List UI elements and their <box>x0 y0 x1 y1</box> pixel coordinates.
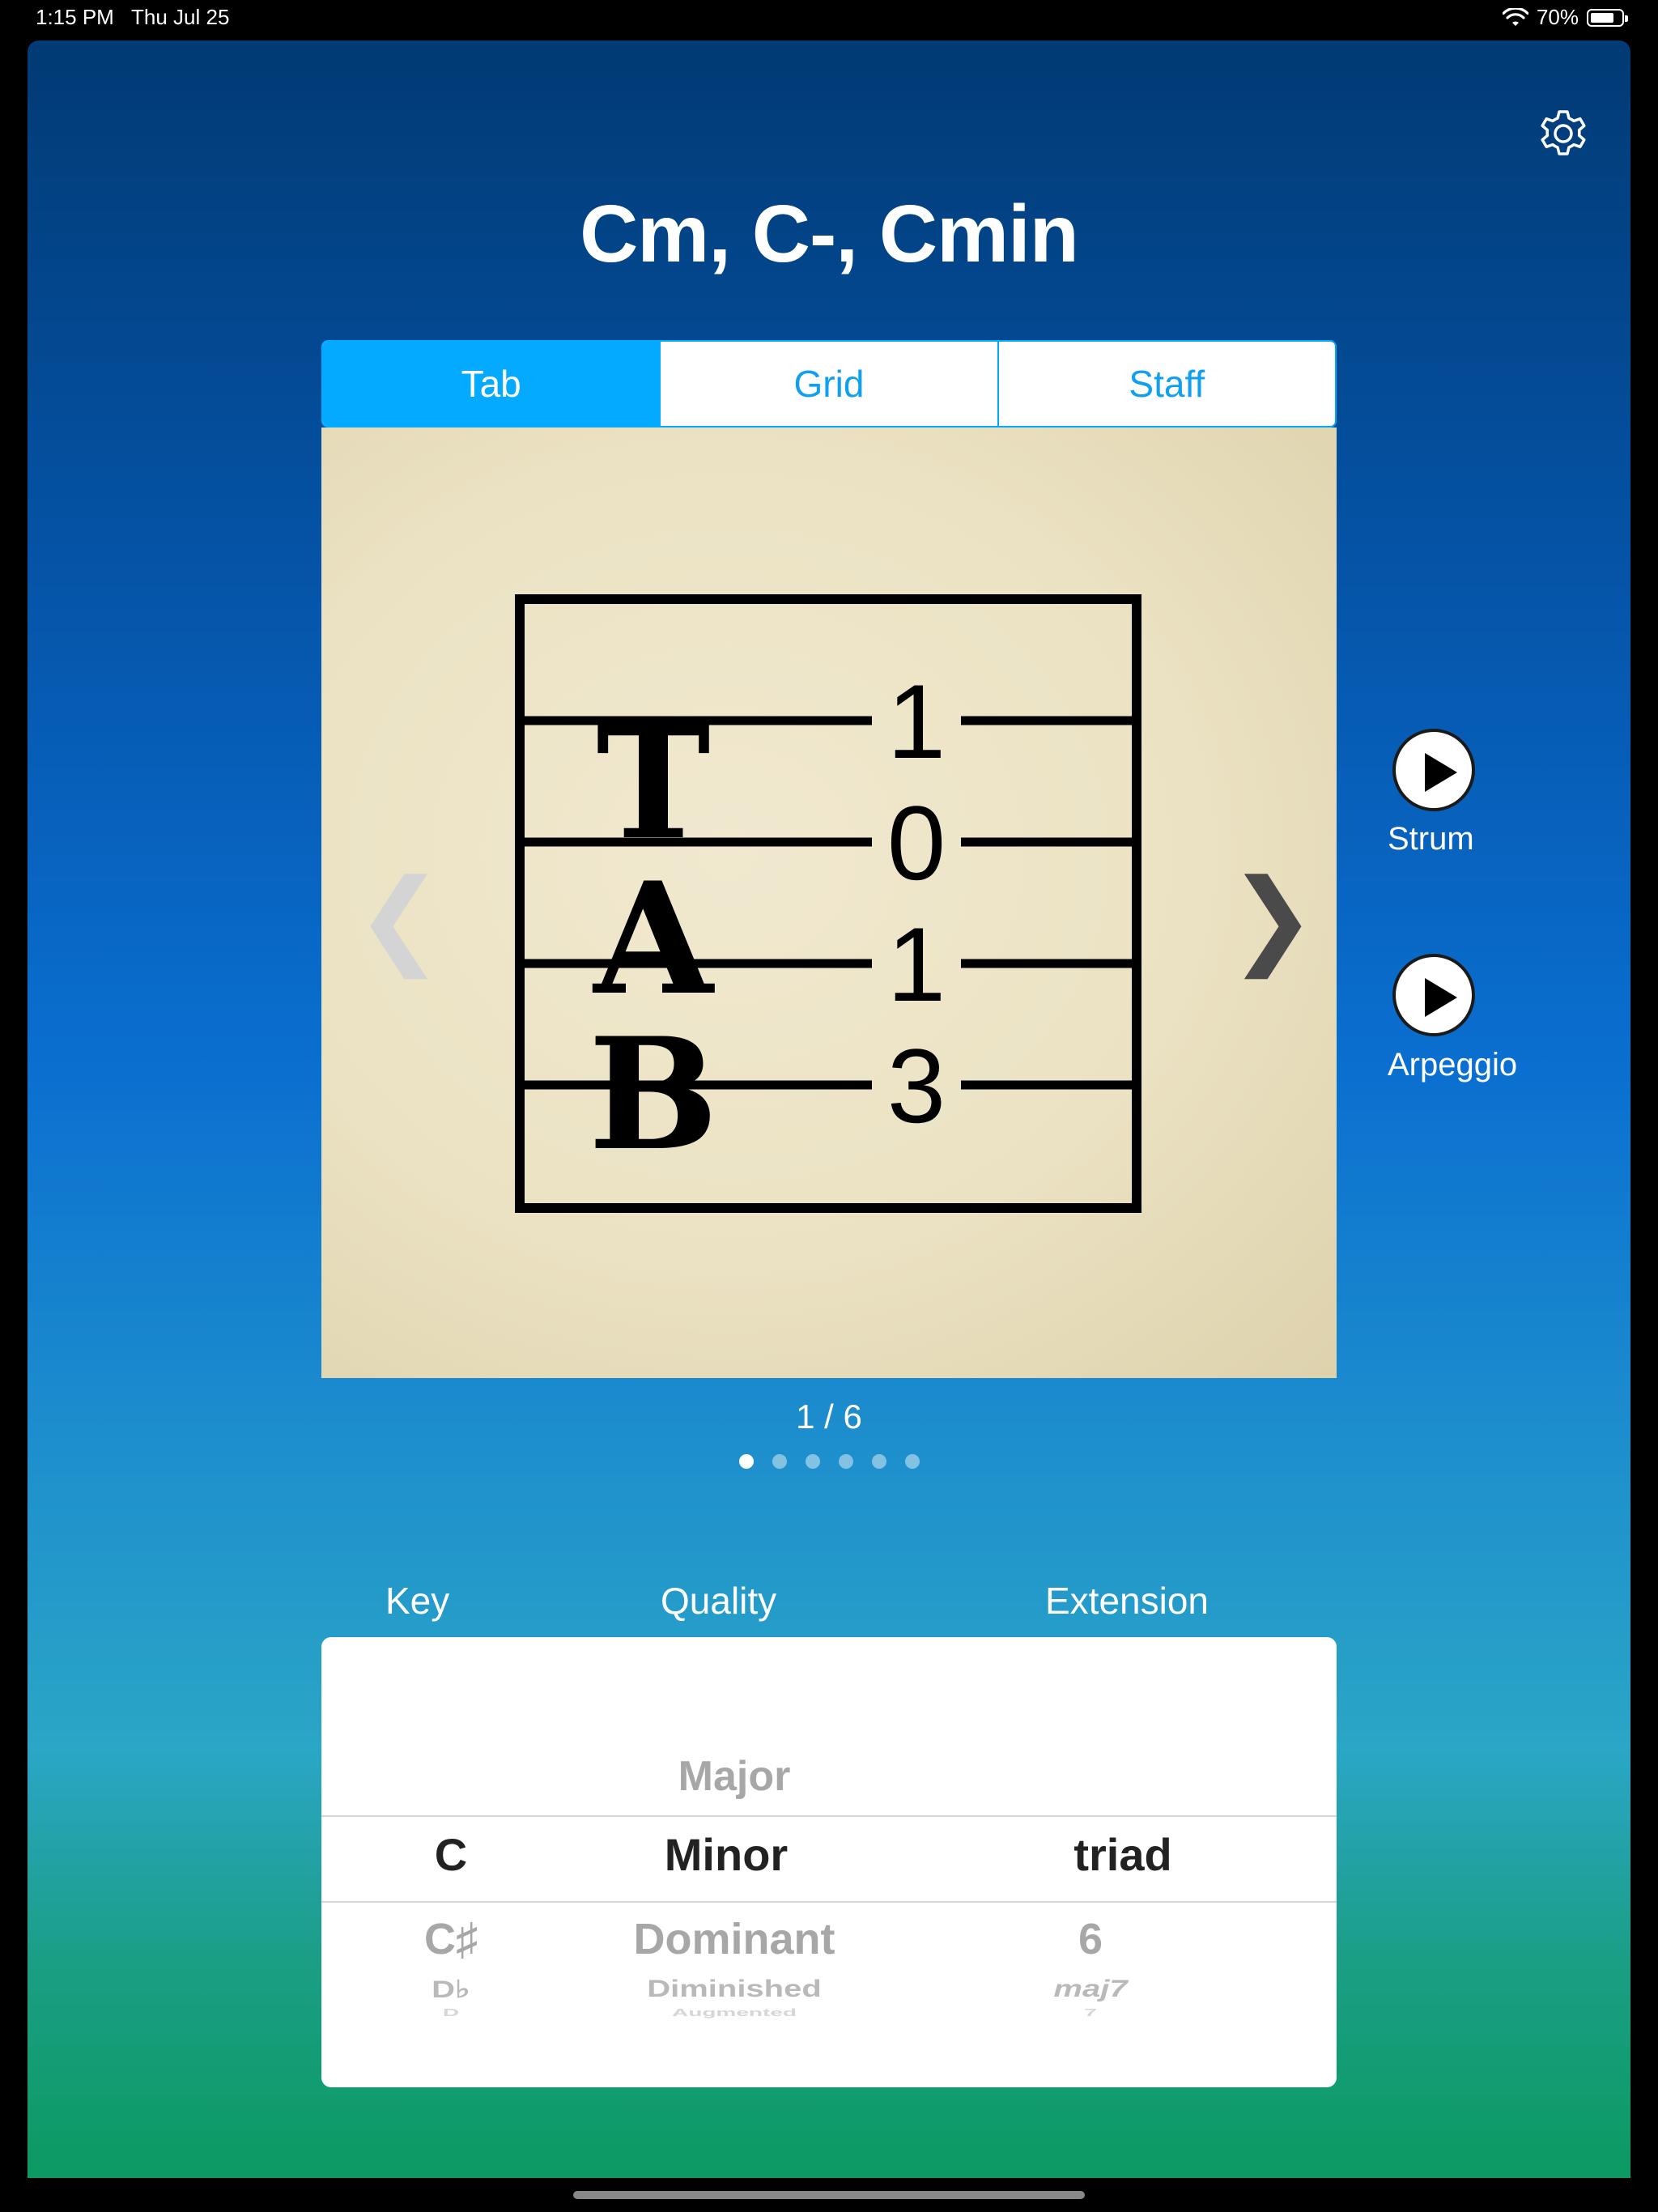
tab-tab[interactable]: Tab <box>323 342 660 426</box>
quality-option-selected[interactable]: Minor <box>556 1828 896 1881</box>
tab-diagram: T A B 1 0 1 3 <box>515 594 1141 1213</box>
tab-grid[interactable]: Grid <box>659 342 997 426</box>
gear-icon[interactable] <box>1535 105 1592 162</box>
status-right: 70% <box>1502 5 1628 30</box>
page-dot[interactable] <box>838 1454 853 1469</box>
arpeggio-label: Arpeggio <box>1388 1047 1518 1083</box>
key-option[interactable]: D♭ <box>370 1976 532 2004</box>
page-dot[interactable] <box>772 1454 787 1469</box>
chord-diagram-card[interactable]: T A B 1 0 1 3 ❮ ❯ <box>321 428 1337 1378</box>
chord-picker[interactable]: C C♯ D♭ D Major Minor Dominant Diminishe… <box>321 1637 1337 2087</box>
page-dot[interactable] <box>805 1454 820 1469</box>
page-dot[interactable] <box>871 1454 886 1469</box>
key-column-label: Key <box>385 1580 450 1622</box>
battery-icon <box>1587 8 1628 27</box>
fret-number: 1 <box>887 662 946 781</box>
tab-letter-a: A <box>592 849 715 1029</box>
fret-number: 0 <box>887 784 946 902</box>
chord-title: Cm, C-, Cmin <box>580 189 1079 279</box>
extension-option[interactable]: 7 <box>985 2007 1196 2018</box>
key-option[interactable]: D <box>370 2007 532 2018</box>
quality-option[interactable]: Dominant <box>564 1914 904 1964</box>
play-icon <box>1425 978 1457 1017</box>
fret-number: 3 <box>887 1027 946 1145</box>
arpeggio-play-button[interactable] <box>1392 954 1475 1036</box>
fret-number: 1 <box>887 905 946 1023</box>
previous-voicing-button[interactable]: ❮ <box>355 865 444 970</box>
app-window: Cm, C-, Cmin Tab Grid Staff T A B 1 0 1 <box>28 40 1630 2178</box>
play-icon <box>1425 753 1457 792</box>
next-voicing-button[interactable]: ❯ <box>1228 865 1316 970</box>
page-dot[interactable] <box>738 1454 754 1469</box>
status-time: 1:15 PM <box>36 5 114 29</box>
quality-option[interactable]: Augmented <box>564 2007 904 2018</box>
page-dot[interactable] <box>904 1454 920 1469</box>
view-mode-segmented-control: Tab Grid Staff <box>321 340 1337 428</box>
page-dots[interactable] <box>28 1454 1630 1469</box>
strum-play-button[interactable] <box>1392 729 1475 811</box>
extension-option[interactable]: 6 <box>985 1914 1196 1964</box>
status-bar: 1:15 PM Thu Jul 25 70% <box>0 0 1658 39</box>
quality-option[interactable]: Major <box>564 1752 904 1801</box>
status-time-date: 1:15 PM Thu Jul 25 <box>36 5 229 30</box>
tab-letter-t: T <box>596 693 710 874</box>
tab-letter-b: B <box>589 1004 719 1185</box>
quality-option[interactable]: Diminished <box>564 1976 904 2003</box>
key-option-selected[interactable]: C <box>370 1828 532 1881</box>
voicing-counter: 1 / 6 <box>796 1397 862 1436</box>
extension-column-label: Extension <box>1045 1580 1209 1622</box>
home-indicator[interactable] <box>573 2191 1085 2199</box>
battery-percent: 70% <box>1536 5 1579 29</box>
strum-label: Strum <box>1388 821 1474 857</box>
quality-column-label: Quality <box>661 1580 777 1622</box>
wifi-icon <box>1502 7 1528 26</box>
extension-option[interactable]: maj7 <box>985 1976 1196 2003</box>
extension-option-selected[interactable]: triad <box>1018 1828 1228 1881</box>
tab-staff[interactable]: Staff <box>997 342 1335 426</box>
status-date: Thu Jul 25 <box>131 5 230 29</box>
key-option[interactable]: C♯ <box>370 1914 532 1964</box>
